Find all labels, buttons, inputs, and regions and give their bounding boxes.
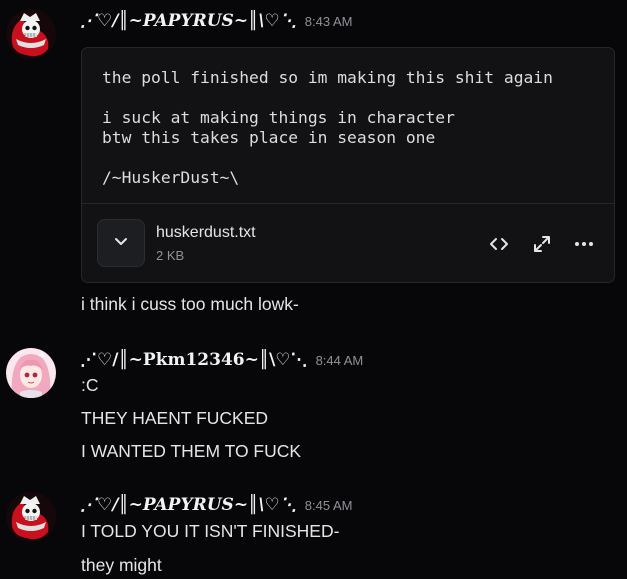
timestamp[interactable]: 8:43 AM (305, 14, 353, 29)
attachment-filename[interactable]: huskerdust.txt (156, 224, 256, 242)
maximize-icon[interactable] (531, 233, 553, 255)
avatar[interactable] (6, 348, 56, 398)
code-line: the poll finished so im making this shit… (102, 68, 553, 87)
message-header: ⋰♡/║~Pkm12346~║\♡⋱ 8:44 AM (80, 350, 363, 370)
message-text: :C (81, 375, 99, 395)
message-text: they might (81, 555, 162, 575)
expand-button[interactable] (97, 219, 145, 267)
message-text: I WANTED THEM TO FUCK (81, 441, 302, 461)
chevron-down-icon (113, 233, 129, 254)
timestamp[interactable]: 8:44 AM (316, 353, 364, 368)
message-header: ⋰♡/║~PAPYRUS~║\♡⋱ 8:45 AM (80, 495, 352, 515)
attachment-size: 2 KB (156, 248, 185, 263)
username[interactable]: ⋰♡/║~Pkm12346~║\♡⋱ (80, 350, 308, 370)
code-block: the poll finished so im making this shit… (81, 47, 615, 283)
message-text: I TOLD YOU IT ISN'T FINISHED- (81, 521, 340, 541)
more-dots-icon[interactable] (573, 233, 595, 255)
avatar[interactable] (6, 492, 56, 542)
code-line: /~HuskerDust~\ (102, 168, 240, 187)
username[interactable]: ⋰♡/║~PAPYRUS~║\♡⋱ (80, 11, 297, 31)
code-line: btw this takes place in season one (102, 128, 436, 147)
message-text: i think i cuss too much lowk- (81, 294, 299, 314)
avatar[interactable] (6, 9, 56, 59)
timestamp[interactable]: 8:45 AM (305, 498, 353, 513)
code-brackets-icon[interactable] (488, 233, 510, 255)
file-attachment: huskerdust.txt 2 KB (82, 204, 614, 282)
code-line: i suck at making things in character (102, 108, 455, 127)
username[interactable]: ⋰♡/║~PAPYRUS~║\♡⋱ (80, 495, 297, 515)
message-header: ⋰♡/║~PAPYRUS~║\♡⋱ 8:43 AM (80, 11, 352, 31)
message-text: THEY HAENT FUCKED (81, 408, 269, 428)
